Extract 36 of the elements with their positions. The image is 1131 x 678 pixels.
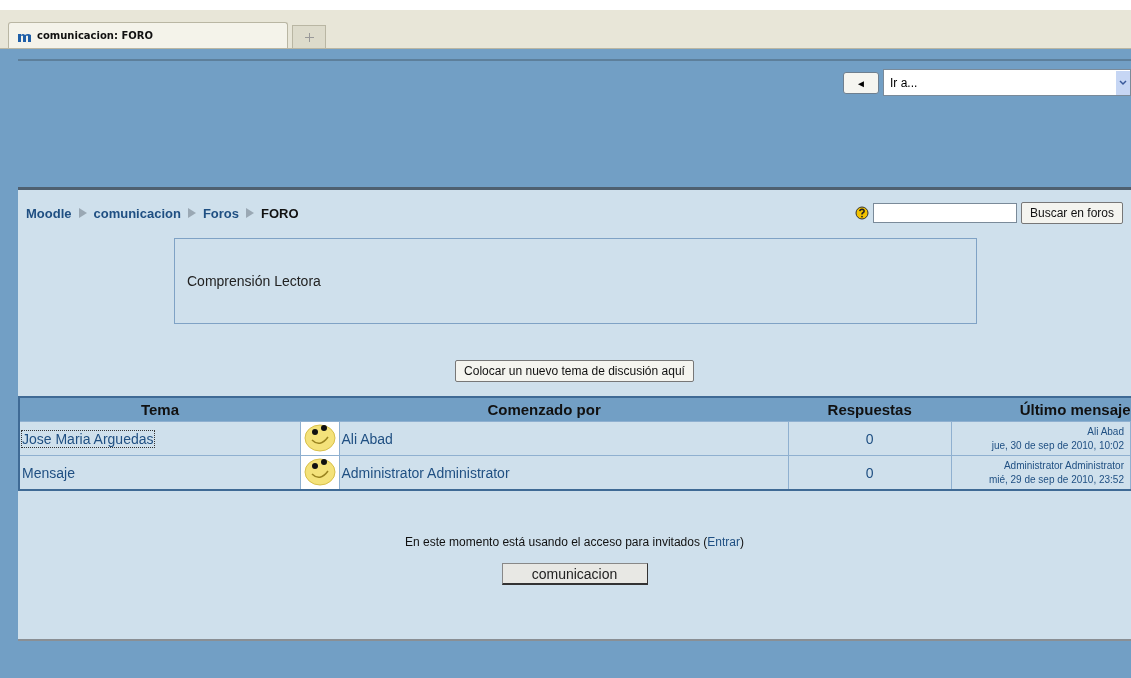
last-author-link[interactable]: Ali Abad [1087,425,1124,437]
help-icon [854,206,869,220]
smiley-icon [302,422,337,452]
replies-link[interactable]: 0 [865,430,874,447]
column-header: Tema [19,397,300,422]
guest-notice: En este momento está usando el acceso para invitados (Entrar) [405,535,744,549]
topic-link[interactable]: Mensaje [22,464,75,481]
forum-intro: Comprensión Lectora [187,273,321,289]
breadcrumb-link[interactable]: Moodle [26,205,72,221]
back-button[interactable]: ◄ [843,72,879,94]
smiley-icon [302,456,337,486]
separator-icon [245,208,256,218]
separator-icon [77,208,88,218]
new-topic-button[interactable]: Colocar un nuevo tema de discusión aquí [455,360,694,382]
new-tab-button[interactable] [292,25,326,48]
browser-tab[interactable]: comunicacion: FORO [8,22,288,48]
last-date-link[interactable]: mié, 29 de sep de 2010, 23:52 [988,473,1124,485]
author-link[interactable]: Ali Abad [341,430,393,447]
search-field[interactable] [872,203,1017,223]
login-link[interactable]: Entrar [707,535,740,549]
breadcrumb-link[interactable]: comunicacion [93,205,181,221]
last-author-link[interactable]: Administrator Administrator [1003,459,1124,471]
separator-icon [186,208,197,218]
jump-menu[interactable]: Ir a... [883,69,1131,96]
search-button[interactable]: Buscar en foros [1020,202,1123,224]
course-button[interactable]: comunicacion [501,563,648,585]
plus-icon [304,32,314,42]
author-link[interactable]: Administrator Administrator [341,464,510,481]
dropdown-icon [1119,79,1127,86]
breadcrumb-link[interactable]: Foros [202,205,240,221]
column-header: Último mensaje [951,397,1131,422]
page-title: FORO [261,205,299,221]
last-date-link[interactable]: jue, 30 de sep de 2010, 10:02 [991,439,1124,451]
column-header: Respuestas [788,397,952,422]
column-header: Comenzado por [300,397,789,422]
replies-link[interactable]: 0 [865,464,874,481]
